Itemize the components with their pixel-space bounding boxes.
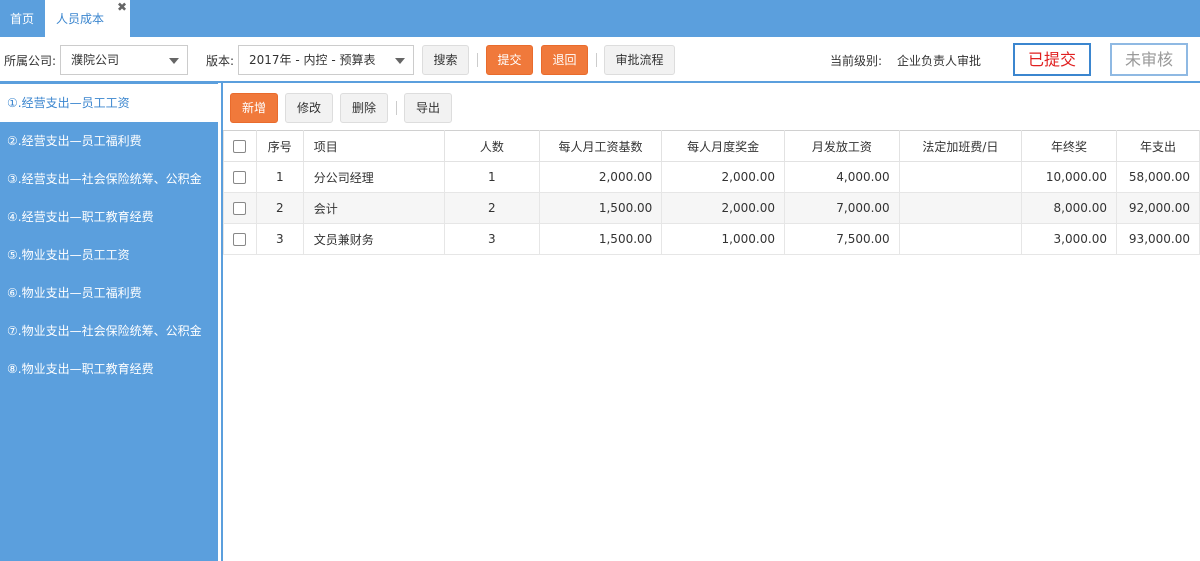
return-button[interactable]: 退回 xyxy=(541,45,588,75)
cell-count: 3 xyxy=(444,223,540,255)
cell-annual-expense: 58,000.00 xyxy=(1115,161,1200,193)
cell-annual-expense: 92,000.00 xyxy=(1115,192,1200,224)
content-toolbar-divider xyxy=(396,101,397,115)
version-select-value: 2017年 - 内控 - 预算表 xyxy=(249,53,376,67)
cell-overtime xyxy=(898,161,1023,193)
header-overtime: 法定加班费/日 xyxy=(898,130,1023,162)
toolbar-divider xyxy=(477,53,478,67)
sidebar-item-property-insurance[interactable]: ⑦.物业支出—社会保险统筹、公积金 xyxy=(0,312,218,350)
cell-item: 分公司经理 xyxy=(302,161,446,193)
toolbar-divider xyxy=(596,53,597,67)
current-level-label: 当前级别: xyxy=(830,54,883,68)
header-base-salary: 每人月工资基数 xyxy=(538,130,663,162)
cell-annual-expense: 93,000.00 xyxy=(1115,223,1200,255)
header-monthly-bonus: 每人月度奖金 xyxy=(661,130,785,162)
row-checkbox[interactable] xyxy=(233,202,247,215)
company-select-value: 濮院公司 xyxy=(71,53,120,67)
select-all-cell xyxy=(223,130,257,162)
table-header-row: 序号 项目 人数 每人月工资基数 每人月度奖金 月发放工资 法定加班费/日 年终… xyxy=(223,130,1200,162)
sidebar-item-operating-salary[interactable]: ①.经营支出—员工工资 xyxy=(0,84,218,122)
chevron-down-icon xyxy=(395,58,405,64)
cell-base-salary: 1,500.00 xyxy=(538,223,663,255)
salary-table: 序号 项目 人数 每人月工资基数 每人月度奖金 月发放工资 法定加班费/日 年终… xyxy=(223,130,1200,255)
row-select-cell xyxy=(223,192,257,224)
row-select-cell xyxy=(223,223,257,255)
header-count: 人数 xyxy=(444,130,540,162)
sidebar-item-property-salary[interactable]: ⑤.物业支出—员工工资 xyxy=(0,236,218,274)
edit-button[interactable]: 修改 xyxy=(285,93,333,123)
company-label: 所属公司: xyxy=(4,54,57,68)
cell-monthly-bonus: 2,000.00 xyxy=(661,161,785,193)
row-select-cell xyxy=(223,161,257,193)
sidebar-item-operating-welfare[interactable]: ②.经营支出—员工福利费 xyxy=(0,122,218,160)
tab-personnel-cost[interactable]: 人员成本 ✖ xyxy=(45,0,130,37)
row-checkbox[interactable] xyxy=(233,171,247,184)
header-annual-expense: 年支出 xyxy=(1115,130,1200,162)
header-monthly-pay: 月发放工资 xyxy=(783,130,900,162)
cell-no: 3 xyxy=(255,223,304,255)
status-submitted-badge: 已提交 xyxy=(1013,43,1091,76)
add-button[interactable]: 新增 xyxy=(230,93,278,123)
approval-flow-button[interactable]: 审批流程 xyxy=(604,45,675,75)
header-item: 项目 xyxy=(302,130,446,162)
sidebar-item-property-welfare[interactable]: ⑥.物业支出—员工福利费 xyxy=(0,274,218,312)
header-yearend-bonus: 年终奖 xyxy=(1021,130,1117,162)
company-select[interactable]: 濮院公司 xyxy=(60,45,188,75)
status-unaudited-badge: 未审核 xyxy=(1110,43,1188,76)
filter-toolbar: 所属公司: 濮院公司 版本: 2017年 - 内控 - 预算表 搜索 提交 退回… xyxy=(0,37,1200,83)
table-row[interactable]: 3 文员兼财务 3 1,500.00 1,000.00 7,500.00 3,0… xyxy=(223,223,1200,255)
cell-monthly-pay: 4,000.00 xyxy=(783,161,900,193)
cell-yearend-bonus: 10,000.00 xyxy=(1021,161,1117,193)
cell-item: 会计 xyxy=(302,192,446,224)
cell-base-salary: 1,500.00 xyxy=(538,192,663,224)
cell-monthly-pay: 7,000.00 xyxy=(783,192,900,224)
current-level-value: 企业负责人审批 xyxy=(897,54,982,68)
row-checkbox[interactable] xyxy=(233,233,247,246)
tab-personnel-cost-label: 人员成本 xyxy=(56,12,105,26)
close-icon[interactable]: ✖ xyxy=(117,0,127,26)
table-row[interactable]: 1 分公司经理 1 2,000.00 2,000.00 4,000.00 10,… xyxy=(223,161,1200,193)
sidebar-item-operating-insurance[interactable]: ③.经营支出—社会保险统筹、公积金 xyxy=(0,160,218,198)
cell-no: 2 xyxy=(255,192,304,224)
cell-item: 文员兼财务 xyxy=(302,223,446,255)
cell-yearend-bonus: 8,000.00 xyxy=(1021,192,1117,224)
select-all-checkbox[interactable] xyxy=(233,140,247,153)
table-row[interactable]: 2 会计 2 1,500.00 2,000.00 7,000.00 8,000.… xyxy=(223,192,1200,224)
main-content: 新增 修改 删除 导出 序号 项目 人数 每人月工资基数 每人月度奖金 月发放工… xyxy=(221,83,1200,561)
cell-monthly-pay: 7,500.00 xyxy=(783,223,900,255)
cell-monthly-bonus: 1,000.00 xyxy=(661,223,785,255)
version-select[interactable]: 2017年 - 内控 - 预算表 xyxy=(238,45,414,75)
delete-button[interactable]: 删除 xyxy=(340,93,388,123)
sidebar-item-property-education[interactable]: ⑧.物业支出—职工教育经费 xyxy=(0,350,218,388)
chevron-down-icon xyxy=(169,58,179,64)
version-label: 版本: xyxy=(206,54,235,68)
sidebar-item-operating-education[interactable]: ④.经营支出—职工教育经费 xyxy=(0,198,218,236)
submit-button[interactable]: 提交 xyxy=(486,45,533,75)
cell-no: 1 xyxy=(255,161,304,193)
search-button[interactable]: 搜索 xyxy=(422,45,469,75)
sidebar: ①.经营支出—员工工资 ②.经营支出—员工福利费 ③.经营支出—社会保险统筹、公… xyxy=(0,83,218,561)
export-button[interactable]: 导出 xyxy=(404,93,452,123)
cell-count: 1 xyxy=(444,161,540,193)
cell-yearend-bonus: 3,000.00 xyxy=(1021,223,1117,255)
cell-count: 2 xyxy=(444,192,540,224)
tab-bar: 首页 人员成本 ✖ xyxy=(0,0,1200,37)
cell-overtime xyxy=(898,223,1023,255)
header-no: 序号 xyxy=(255,130,304,162)
tab-home[interactable]: 首页 xyxy=(0,0,44,37)
cell-monthly-bonus: 2,000.00 xyxy=(661,192,785,224)
cell-base-salary: 2,000.00 xyxy=(538,161,663,193)
cell-overtime xyxy=(898,192,1023,224)
